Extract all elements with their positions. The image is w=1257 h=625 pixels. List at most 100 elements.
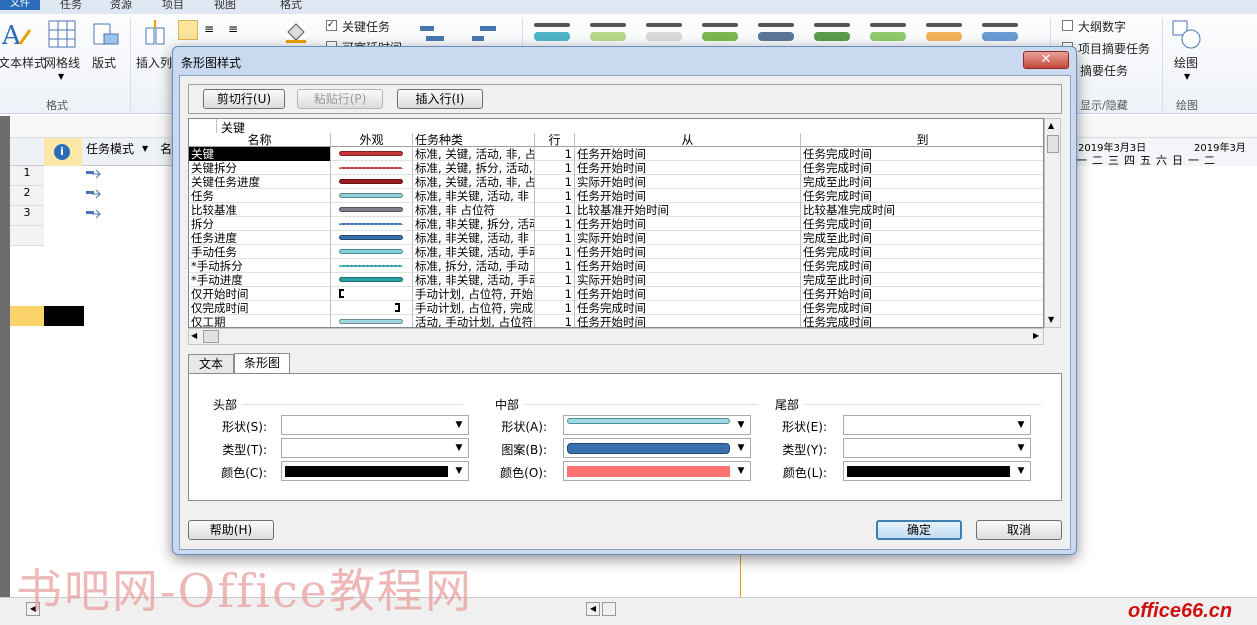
bar-style-name[interactable]: 关键任务进度 (189, 175, 331, 189)
row-number[interactable]: 2 (10, 186, 44, 206)
insert-column-button[interactable]: 插入列 (136, 54, 172, 71)
close-button[interactable]: ✕ (1023, 51, 1069, 69)
tab-view[interactable]: 视图 (214, 0, 236, 12)
tail-type-select[interactable]: ▼ (843, 438, 1031, 458)
appearance-cell[interactable] (331, 161, 413, 175)
appearance-cell[interactable] (331, 259, 413, 273)
to-cell[interactable]: 完成至此时间 (801, 175, 1043, 189)
text-styles-button[interactable]: 文本样式 (0, 54, 46, 71)
row-cell[interactable]: 1 (535, 217, 575, 231)
align-center-icon[interactable]: ≡ (204, 22, 220, 36)
bar-style-8[interactable] (924, 20, 964, 48)
help-button[interactable]: 帮助(H) (188, 520, 274, 540)
bar-style-6[interactable] (812, 20, 852, 48)
from-cell[interactable]: 实际开始时间 (575, 273, 801, 287)
from-cell[interactable]: 任务开始时间 (575, 217, 801, 231)
appearance-cell[interactable] (331, 231, 413, 245)
bar-style-2[interactable] (588, 20, 628, 48)
row-cell[interactable]: 1 (535, 189, 575, 203)
head-type-select[interactable]: ▼ (281, 438, 469, 458)
to-cell[interactable]: 完成至此时间 (801, 273, 1043, 287)
to-cell[interactable]: 任务完成时间 (801, 161, 1043, 175)
bar-style-name[interactable]: 仅开始时间 (189, 287, 331, 301)
to-cell[interactable]: 任务完成时间 (801, 189, 1043, 203)
appearance-cell[interactable] (331, 287, 413, 301)
row-cell[interactable]: 1 (535, 203, 575, 217)
row-cell[interactable]: 1 (535, 231, 575, 245)
from-cell[interactable]: 任务开始时间 (575, 189, 801, 203)
tab-task[interactable]: 任务 (60, 0, 82, 12)
from-cell[interactable]: 任务开始时间 (575, 147, 801, 161)
bar-styles-grid[interactable]: 关键 名称 外观 任务种类 行 从 到 关键 标准, 关键, 活动, 非, 占1任… (188, 118, 1044, 328)
tab-file[interactable]: 文件 (0, 0, 40, 10)
slippage-icon[interactable] (470, 24, 498, 44)
task-type-cell[interactable]: 手动计划, 占位符, 开始 (413, 287, 535, 301)
task-type-cell[interactable]: 标准, 非关键, 活动, 手动 (413, 245, 535, 259)
to-cell[interactable]: 任务完成时间 (801, 147, 1043, 161)
from-cell[interactable]: 实际开始时间 (575, 175, 801, 189)
to-cell[interactable]: 任务完成时间 (801, 315, 1043, 327)
bar-style-3[interactable] (644, 20, 684, 48)
row-cell[interactable]: 1 (535, 147, 575, 161)
task-type-cell[interactable]: 标准, 非 占位符 (413, 203, 535, 217)
scroll-left-icon[interactable]: ◀ (191, 331, 197, 340)
drawing-icon[interactable] (1172, 20, 1202, 50)
task-type-cell[interactable]: 标准, 非关键, 活动, 非 (413, 189, 535, 203)
appearance-cell[interactable] (331, 315, 413, 327)
bar-style-4[interactable] (700, 20, 740, 48)
bar-style-1[interactable] (532, 20, 572, 48)
insert-column-icon[interactable] (142, 20, 168, 46)
task-type-cell[interactable]: 标准, 关键, 拆分, 活动, 非 (413, 161, 535, 175)
tab-format[interactable]: 格式 (280, 0, 302, 12)
bar-style-name[interactable]: 拆分 (189, 217, 331, 231)
grid-vertical-scrollbar[interactable]: ▲ ▼ (1044, 118, 1061, 328)
chevron-down-icon[interactable]: ▼ (142, 144, 148, 153)
to-cell[interactable]: 比较基准完成时间 (801, 203, 1043, 217)
bar-style-name[interactable]: 任务 (189, 189, 331, 203)
critical-tasks-checkbox[interactable]: ✓ (326, 20, 337, 31)
chevron-down-icon[interactable]: ▼ (1014, 416, 1028, 434)
scroll-down-icon[interactable]: ▼ (1048, 315, 1054, 324)
to-cell[interactable]: 任务完成时间 (801, 301, 1043, 315)
gridlines-icon[interactable] (48, 20, 76, 48)
from-cell[interactable]: 任务开始时间 (575, 245, 801, 259)
row-number[interactable] (10, 226, 44, 246)
middle-color-select[interactable]: ▼ (563, 461, 751, 481)
bar-style-name[interactable]: 仅完成时间 (189, 301, 331, 315)
scroll-up-icon[interactable]: ▲ (1048, 121, 1054, 130)
task-type-cell[interactable]: 标准, 关键, 活动, 非, 占 (413, 175, 535, 189)
bar-style-5[interactable] (756, 20, 796, 48)
paint-bucket-icon[interactable] (284, 20, 308, 44)
insert-row-button[interactable]: 插入行(I) (397, 89, 483, 109)
appearance-cell[interactable] (331, 273, 413, 287)
middle-shape-select[interactable]: ▼ (563, 415, 751, 435)
scroll-right-icon[interactable]: ▶ (1033, 331, 1039, 340)
row-number[interactable]: 1 (10, 166, 44, 186)
to-cell[interactable]: 任务完成时间 (801, 245, 1043, 259)
bar-style-9[interactable] (980, 20, 1020, 48)
head-color-select[interactable]: ▼ (281, 461, 469, 481)
tail-shape-select[interactable]: ▼ (843, 415, 1031, 435)
text-styles-icon[interactable]: A (1, 20, 32, 51)
row-cell[interactable]: 1 (535, 315, 575, 327)
layout-icon[interactable] (92, 20, 120, 48)
row-cell[interactable]: 1 (535, 301, 575, 315)
appearance-cell[interactable] (331, 203, 413, 217)
appearance-cell[interactable] (331, 175, 413, 189)
task-type-cell[interactable]: 标准, 关键, 活动, 非, 占 (413, 147, 535, 161)
appearance-cell[interactable] (331, 189, 413, 203)
bar-style-name[interactable]: 任务进度 (189, 231, 331, 245)
chevron-down-icon[interactable]: ▼ (452, 416, 466, 434)
info-column-header[interactable]: i (44, 138, 82, 166)
row-cell[interactable]: 1 (535, 287, 575, 301)
from-cell[interactable]: 任务开始时间 (575, 287, 801, 301)
task-type-cell[interactable]: 手动计划, 占位符, 完成 (413, 301, 535, 315)
chevron-down-icon[interactable]: ▼ (452, 439, 466, 457)
bar-style-name[interactable]: 比较基准 (189, 203, 331, 217)
appearance-cell[interactable] (331, 217, 413, 231)
chevron-down-icon[interactable]: ▼ (734, 416, 748, 434)
bar-style-name[interactable]: 仅工期 (189, 315, 331, 327)
ok-button[interactable]: 确定 (876, 520, 962, 540)
chevron-down-icon[interactable]: ▼ (1014, 462, 1028, 480)
cancel-button[interactable]: 取消 (976, 520, 1062, 540)
